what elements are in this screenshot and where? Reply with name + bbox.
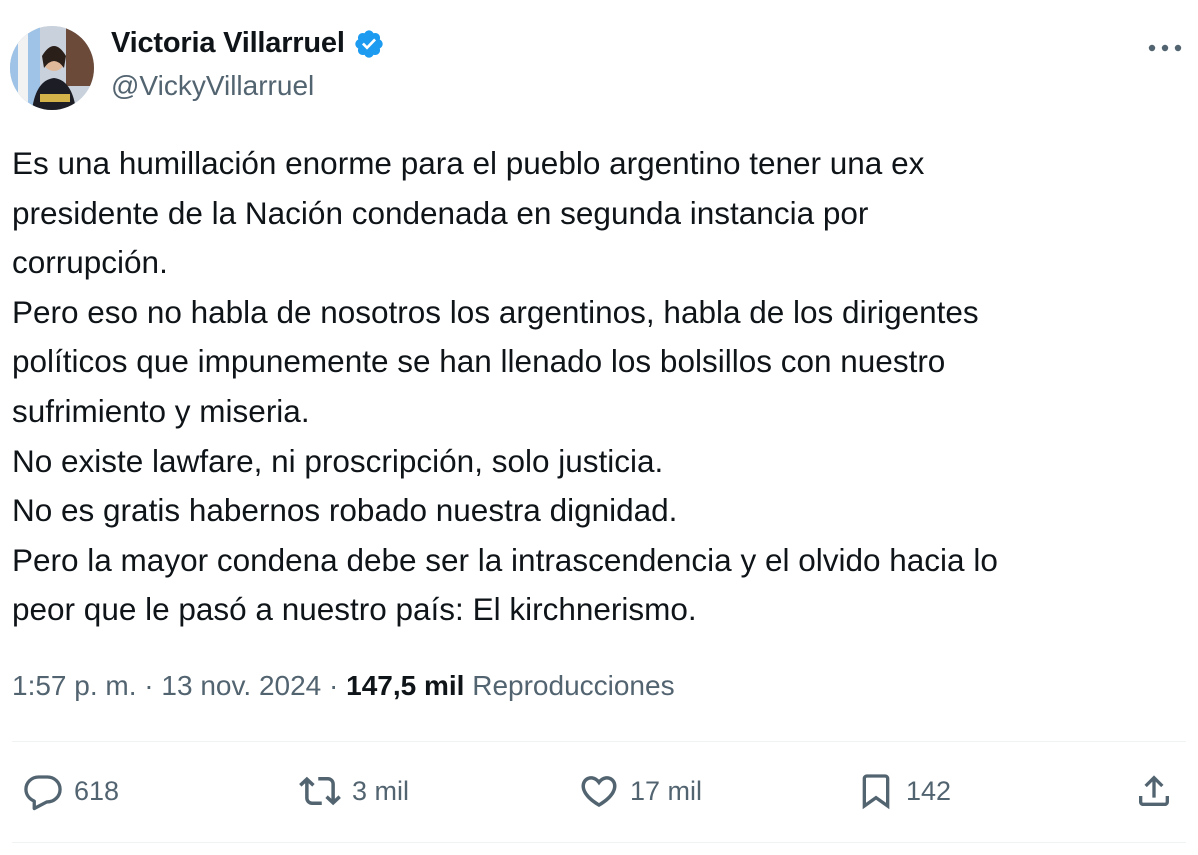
tweet-line: corrupción. [12, 244, 168, 281]
meta-separator: · [136, 670, 162, 701]
verified-badge-icon [353, 28, 385, 60]
tweet-line: No existe lawfare, ni proscripción, solo… [12, 442, 664, 479]
tweet-line: No es gratis habernos robado nuestra dig… [12, 492, 678, 529]
tweet-line: Es una humillación enorme para el pueblo… [12, 145, 925, 181]
tweet-line: presidente de la Nación condenada en seg… [12, 194, 869, 231]
repost-button[interactable]: 3 mil [298, 770, 409, 812]
profile-photo-icon [10, 26, 94, 110]
tweet-time[interactable]: 1:57 p. m. [12, 670, 137, 701]
more-options-icon[interactable] [1145, 34, 1185, 62]
avatar[interactable] [10, 26, 94, 110]
repost-count: 3 mil [352, 775, 410, 806]
repost-icon [299, 776, 341, 806]
views-label: Reproducciones [472, 670, 675, 701]
bookmark-button[interactable]: 142 [856, 770, 951, 812]
views-count: 147,5 mil [346, 670, 465, 701]
tweet-text: Es una humillación enorme para el pueblo… [12, 139, 1182, 635]
author-name[interactable]: Victoria Villarruel [111, 27, 345, 60]
bookmark-icon [862, 774, 890, 810]
like-button[interactable]: 17 mil [578, 770, 702, 812]
like-count: 17 mil [630, 775, 703, 806]
tweet-line: sufrimiento y miseria. [12, 392, 310, 429]
tweet-date[interactable]: 13 nov. 2024 [161, 670, 321, 701]
tweet-line: Pero la mayor condena debe ser la intras… [12, 541, 998, 578]
tweet-line: peor que le pasó a nuestro país: El kirc… [12, 591, 697, 628]
divider [12, 842, 1186, 843]
reply-count: 618 [74, 775, 120, 806]
heart-icon [581, 776, 617, 808]
divider [12, 741, 1186, 742]
meta-separator: · [321, 670, 347, 701]
reply-icon [24, 775, 62, 811]
bookmark-count: 142 [906, 775, 952, 806]
tweet-meta: 1:57 p. m. · 13 nov. 2024 · 147,5 mil Re… [12, 670, 675, 702]
reply-button[interactable]: 618 [22, 770, 119, 812]
author-handle[interactable]: @VickyVillarruel [111, 70, 314, 102]
share-button[interactable] [1134, 770, 1174, 812]
tweet-line: políticos que impunemente se han llenado… [12, 343, 946, 380]
tweet-line: Pero eso no habla de nosotros los argent… [12, 293, 979, 330]
share-icon [1139, 775, 1169, 806]
